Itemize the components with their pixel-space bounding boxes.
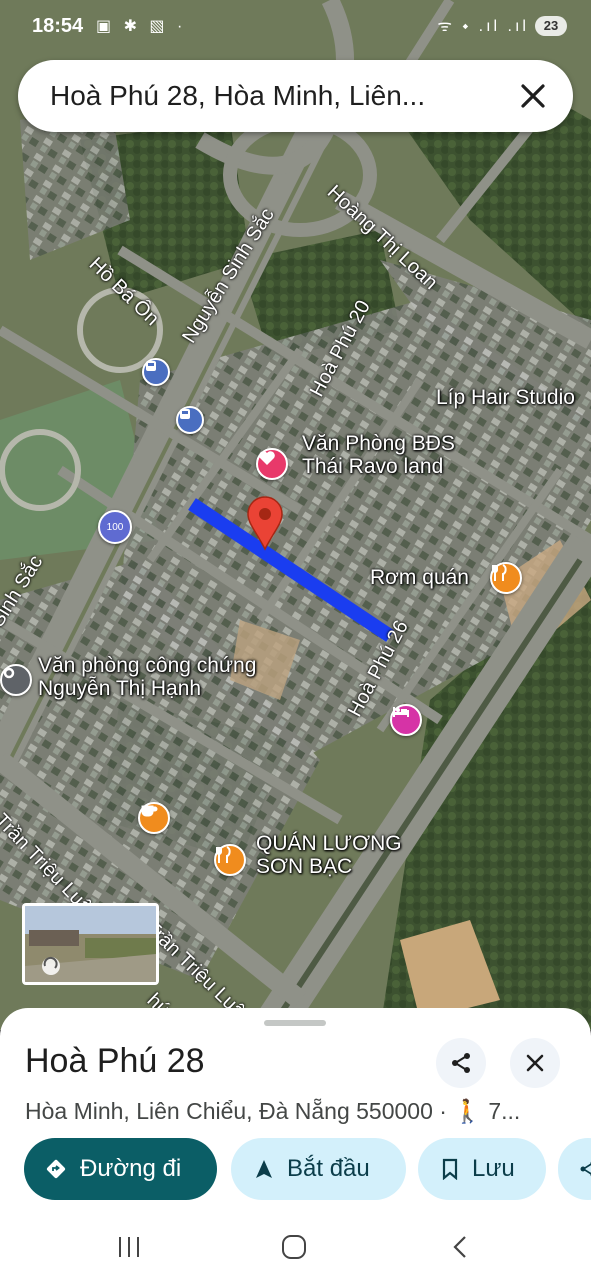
save-label: Lưu [472, 1155, 515, 1182]
signal-icons: ᯤ ⬩ .ıl .ıl [437, 18, 529, 35]
bookmark-icon [442, 1158, 458, 1180]
place-lip-hair-studio[interactable]: Líp Hair Studio [436, 386, 575, 409]
street-view-thumbnail[interactable] [22, 903, 159, 985]
search-bar[interactable]: Hoà Phú 28, Hòa Minh, Liên... [18, 60, 573, 132]
share-icon [452, 1053, 470, 1073]
home-icon [282, 1235, 306, 1259]
recent-apps-icon [119, 1237, 139, 1257]
route-badge-icon[interactable]: 100 [98, 510, 132, 544]
heart-icon[interactable] [256, 448, 288, 480]
place-label-line-2: SƠN BẠC [256, 855, 353, 879]
street-view-image [25, 906, 156, 982]
place-address: Hòa Minh, Liên Chiểu, Đà Nẵng 550000 · 🚶… [25, 1098, 521, 1124]
system-nav-bar [0, 1218, 591, 1280]
place-label-line-1: QUÁN LƯƠNG [256, 832, 402, 855]
back-button[interactable] [448, 1234, 474, 1265]
back-icon [453, 1236, 466, 1258]
place-label-line-2: Thái Ravo land [302, 455, 444, 479]
home-button[interactable] [281, 1234, 307, 1265]
bus-stop-icon[interactable] [176, 406, 204, 434]
place-rom-quan[interactable]: Rơm quán [370, 566, 469, 589]
map-view[interactable]: Nguyễn Sinh Sắc Sinh Sắc Hoàng Thị Loan … [0, 0, 591, 1030]
bus-stop-icon[interactable] [142, 358, 170, 386]
place-title: Hoà Phú 28 [25, 1042, 205, 1080]
directions-icon [46, 1159, 66, 1179]
place-quan-luong-son-bac[interactable]: QUÁN LƯƠNG SƠN BẠC [256, 832, 402, 878]
navigation-arrow-icon [256, 1160, 272, 1178]
route-badge-number: 100 [106, 521, 124, 533]
recent-apps-button[interactable] [116, 1234, 142, 1265]
status-bar: 18:54 ▣ ✱ ▧ · ᯤ ⬩ .ıl .ıl 23 [0, 0, 591, 54]
start-button[interactable]: Bắt đầu [231, 1138, 406, 1200]
search-query[interactable]: Hoà Phú 28, Hòa Minh, Liên... [50, 80, 425, 112]
restaurant-icon[interactable] [214, 844, 246, 876]
share-icon [580, 1161, 591, 1177]
close-sheet-button[interactable] [510, 1038, 560, 1088]
place-label-line-1: Văn Phòng BĐS [302, 432, 455, 455]
directions-label: Đường đi [80, 1155, 182, 1182]
drag-handle[interactable] [264, 1020, 326, 1026]
close-icon[interactable] [513, 76, 553, 116]
share-chip-button[interactable] [558, 1138, 591, 1200]
place-label-line-2: Nguyễn Thị Hạnh [38, 677, 202, 701]
place-marker-icon[interactable] [0, 664, 32, 696]
restaurant-icon[interactable] [490, 562, 522, 594]
place-label-line-1: Văn phòng công chứng [38, 654, 257, 677]
close-icon [526, 1054, 544, 1072]
notification-icons: ▣ ✱ ▧ · [96, 18, 187, 35]
save-button[interactable]: Lưu [418, 1138, 546, 1200]
start-label: Bắt đầu [287, 1155, 370, 1182]
place-cong-chung[interactable]: Văn phòng công chứng Nguyễn Thị Hạnh [38, 654, 256, 700]
cafe-icon[interactable] [138, 802, 170, 834]
directions-button[interactable]: Đường đi [24, 1138, 217, 1200]
battery-icon: 23 [535, 16, 567, 36]
share-button[interactable] [436, 1038, 486, 1088]
status-time: 18:54 [32, 15, 84, 37]
place-van-phong-bds[interactable]: Văn Phòng BĐS Thái Ravo land [302, 432, 455, 478]
hotel-icon[interactable] [390, 704, 422, 736]
place-bottom-sheet[interactable]: Hoà Phú 28 Hòa Minh, Liên Chiểu, Đà Nẵng… [0, 1008, 591, 1218]
